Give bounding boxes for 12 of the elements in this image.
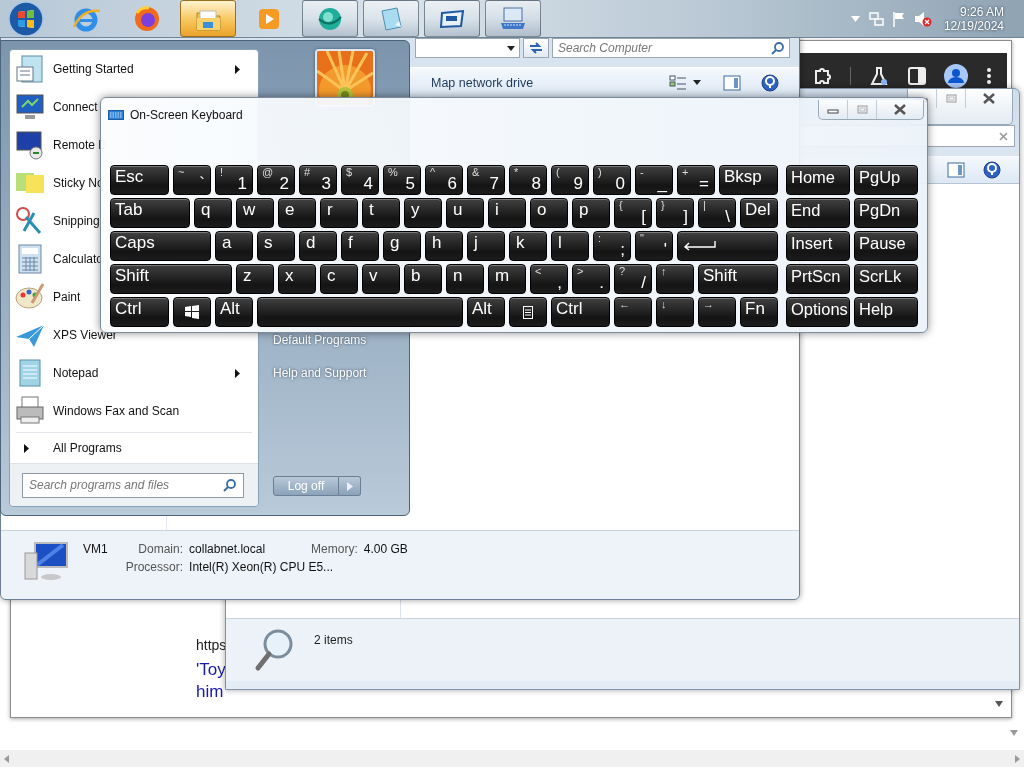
clock-time: 9:26 AM [959,4,1004,19]
url-text: https [196,637,227,653]
clock-date: 12/19/2024 [943,18,1004,33]
field-label: Domain: [137,542,184,556]
field-value: collabnet.local [189,542,266,556]
computer-name: VM1 [83,542,108,556]
item-count: 2 items [314,633,353,647]
field-label: Processor: [125,560,184,574]
window-title: On-Screen Keyboard [130,108,243,122]
field-value: Intel(R) Xeon(R) CPU E5... [189,560,335,574]
field-label: Memory: [311,542,358,556]
field-value: 4.00 GB [363,542,408,556]
